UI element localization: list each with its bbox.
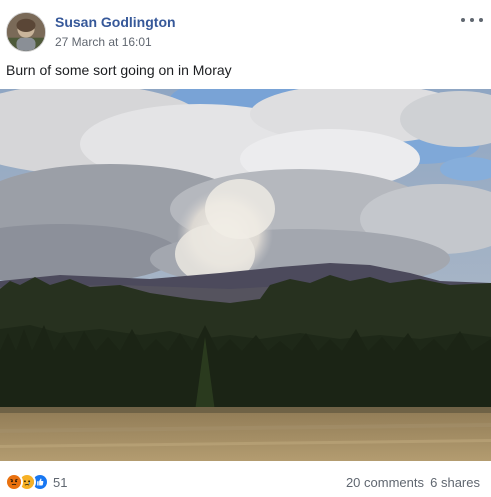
post-timestamp[interactable]: 27 March at 16:01 bbox=[55, 35, 152, 49]
post-footer: 51 20 comments 6 shares bbox=[0, 463, 491, 497]
post-photo[interactable] bbox=[0, 89, 491, 461]
author-avatar[interactable] bbox=[6, 12, 46, 52]
comments-count-link[interactable]: 20 comments bbox=[346, 475, 424, 490]
landscape-photo bbox=[0, 89, 491, 461]
more-horizontal-icon bbox=[461, 18, 465, 22]
more-options-button[interactable] bbox=[461, 12, 483, 28]
post-text: Burn of some sort going on in Moray bbox=[6, 62, 232, 78]
post-header: Susan Godlington 27 March at 16:01 bbox=[0, 0, 491, 60]
avatar-image bbox=[7, 13, 45, 51]
more-horizontal-icon-dot bbox=[479, 18, 483, 22]
reactions-summary[interactable]: 51 bbox=[5, 472, 67, 492]
shares-count-link[interactable]: 6 shares bbox=[430, 475, 480, 490]
more-horizontal-icon-dot bbox=[470, 18, 474, 22]
facebook-post: Susan Godlington 27 March at 16:01 Burn … bbox=[0, 0, 491, 497]
author-name-link[interactable]: Susan Godlington bbox=[55, 14, 176, 30]
angry-reaction-icon bbox=[5, 473, 23, 491]
reaction-count: 51 bbox=[53, 474, 68, 490]
